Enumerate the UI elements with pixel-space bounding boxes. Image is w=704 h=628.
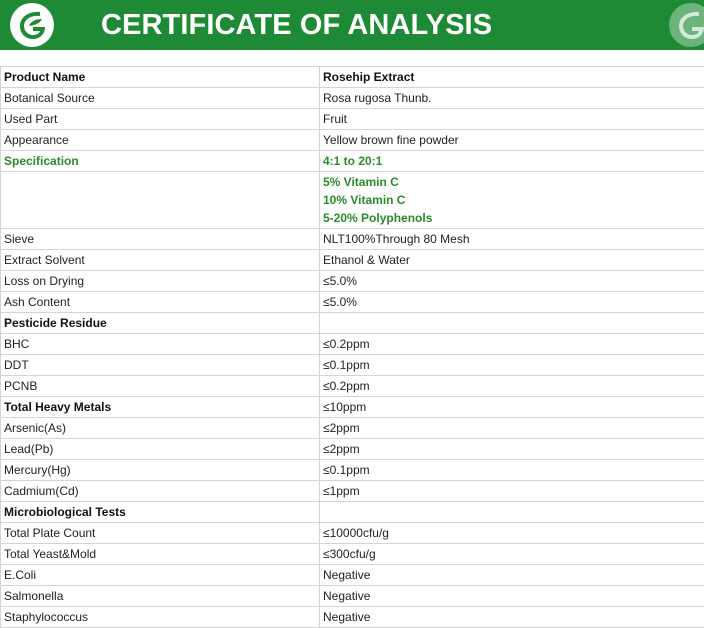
row-label-pesticide-residue: Pesticide Residue: [1, 313, 320, 334]
row-value-pcnb: ≤0.2ppm: [320, 376, 704, 397]
table-row: Mercury(Hg) ≤0.1ppm: [1, 460, 704, 481]
row-label-botanical-source: Botanical Source: [1, 88, 320, 109]
row-label-cadmium: Cadmium(Cd): [1, 481, 320, 502]
table-row: Total Plate Count ≤10000cfu/g: [1, 523, 704, 544]
table-row: Ash Content ≤5.0%: [1, 292, 704, 313]
row-label-microbiological-tests: Microbiological Tests: [1, 502, 320, 523]
row-label-ash-content: Ash Content: [1, 292, 320, 313]
table-row: Total Yeast&Mold ≤300cfu/g: [1, 544, 704, 565]
row-label-product-name: Product Name: [1, 67, 320, 88]
row-label-appearance: Appearance: [1, 130, 320, 151]
table-row: Product Name Rosehip Extract: [1, 67, 704, 88]
table-row: Specification 4:1 to 20:1: [1, 151, 704, 172]
row-label-pcnb: PCNB: [1, 376, 320, 397]
row-value-lead: ≤2ppm: [320, 439, 704, 460]
row-value-total-plate-count: ≤10000cfu/g: [320, 523, 704, 544]
row-label-used-part: Used Part: [1, 109, 320, 130]
row-label-specification-extra: [1, 172, 320, 229]
table-row: Pesticide Residue: [1, 313, 704, 334]
row-value-specification: 4:1 to 20:1: [320, 151, 704, 172]
table-row: Extract Solvent Ethanol & Water: [1, 250, 704, 271]
table-row: Appearance Yellow brown fine powder: [1, 130, 704, 151]
table-row: PCNB ≤0.2ppm: [1, 376, 704, 397]
row-label-total-plate-count: Total Plate Count: [1, 523, 320, 544]
table-row: 5% Vitamin C 10% Vitamin C 5-20% Polyphe…: [1, 172, 704, 229]
row-label-ddt: DDT: [1, 355, 320, 376]
row-label-total-heavy-metals: Total Heavy Metals: [1, 397, 320, 418]
table-row: Staphylococcus Negative: [1, 607, 704, 628]
row-value-total-yeast-mold: ≤300cfu/g: [320, 544, 704, 565]
row-value-product-name: Rosehip Extract: [320, 67, 704, 88]
spec-line-vitamin-c-10: 10% Vitamin C: [323, 191, 701, 209]
analysis-table: Product Name Rosehip Extract Botanical S…: [0, 66, 704, 628]
row-value-microbiological-tests: [320, 502, 704, 523]
leaf-g-logo-icon: [9, 2, 55, 48]
row-value-botanical-source: Rosa rugosa Thunb.: [320, 88, 704, 109]
row-label-lead: Lead(Pb): [1, 439, 320, 460]
row-value-bhc: ≤0.2ppm: [320, 334, 704, 355]
table-row: Microbiological Tests: [1, 502, 704, 523]
row-value-ddt: ≤0.1ppm: [320, 355, 704, 376]
row-label-loss-on-drying: Loss on Drying: [1, 271, 320, 292]
row-label-mercury: Mercury(Hg): [1, 460, 320, 481]
table-row: BHC ≤0.2ppm: [1, 334, 704, 355]
table-row: Arsenic(As) ≤2ppm: [1, 418, 704, 439]
row-value-loss-on-drying: ≤5.0%: [320, 271, 704, 292]
row-label-specification: Specification: [1, 151, 320, 172]
row-label-total-yeast-mold: Total Yeast&Mold: [1, 544, 320, 565]
header-spacer: [0, 50, 704, 66]
row-label-sieve: Sieve: [1, 229, 320, 250]
row-value-e-coli: Negative: [320, 565, 704, 586]
table-row: E.Coli Negative: [1, 565, 704, 586]
row-value-sieve: NLT100%Through 80 Mesh: [320, 229, 704, 250]
table-row: Used Part Fruit: [1, 109, 704, 130]
row-label-e-coli: E.Coli: [1, 565, 320, 586]
table-row: Salmonella Negative: [1, 586, 704, 607]
row-value-mercury: ≤0.1ppm: [320, 460, 704, 481]
row-label-salmonella: Salmonella: [1, 586, 320, 607]
table-row: Loss on Drying ≤5.0%: [1, 271, 704, 292]
row-value-pesticide-residue: [320, 313, 704, 334]
row-label-staphylococcus: Staphylococcus: [1, 607, 320, 628]
row-label-extract-solvent: Extract Solvent: [1, 250, 320, 271]
row-value-staphylococcus: Negative: [320, 607, 704, 628]
row-value-ash-content: ≤5.0%: [320, 292, 704, 313]
table-row: Lead(Pb) ≤2ppm: [1, 439, 704, 460]
row-value-specification-extra: 5% Vitamin C 10% Vitamin C 5-20% Polyphe…: [320, 172, 704, 229]
table-row: Botanical Source Rosa rugosa Thunb.: [1, 88, 704, 109]
table-row: Cadmium(Cd) ≤1ppm: [1, 481, 704, 502]
row-value-salmonella: Negative: [320, 586, 704, 607]
table-row: DDT ≤0.1ppm: [1, 355, 704, 376]
page-title: CERTIFICATE OF ANALYSIS: [101, 8, 492, 42]
row-value-used-part: Fruit: [320, 109, 704, 130]
table-row: Total Heavy Metals ≤10ppm: [1, 397, 704, 418]
row-label-bhc: BHC: [1, 334, 320, 355]
table-row: Sieve NLT100%Through 80 Mesh: [1, 229, 704, 250]
spec-line-vitamin-c-5: 5% Vitamin C: [323, 173, 701, 191]
row-value-total-heavy-metals: ≤10ppm: [320, 397, 704, 418]
row-value-arsenic: ≤2ppm: [320, 418, 704, 439]
row-value-extract-solvent: Ethanol & Water: [320, 250, 704, 271]
row-value-appearance: Yellow brown fine powder: [320, 130, 704, 151]
leaf-g-logo-icon: [668, 2, 704, 48]
row-value-cadmium: ≤1ppm: [320, 481, 704, 502]
row-label-arsenic: Arsenic(As): [1, 418, 320, 439]
header-banner: CERTIFICATE OF ANALYSIS: [0, 0, 704, 50]
spec-line-polyphenols: 5-20% Polyphenols: [323, 209, 701, 227]
